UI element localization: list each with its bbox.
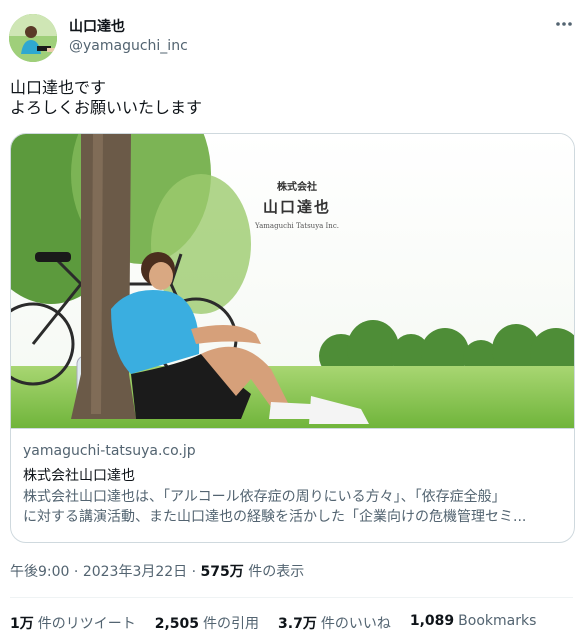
stat-count: 2,505 [154,616,200,632]
company-name: 山口達也 [262,198,331,216]
tweet-line: よろしくお願いいたします [10,98,203,117]
tweet-date[interactable]: 2023年3月22日 [83,564,187,580]
tweet-meta: 午後9:00 · 2023年3月22日 · 575万 件の表示 [10,561,304,581]
card-description-line: に対する講演活動、また山口達也の経験を活かした「企業向けの危機管理セミ... [23,509,527,525]
likes-stat[interactable]: 3.7万 件のいいね [278,613,391,633]
card-description: 株式会社山口達也は、「アルコール依存症の周りにいる方々」、「依存症全般」 に対す… [23,487,568,527]
tweet-time[interactable]: 午後9:00 [10,564,69,580]
card-description-line: 株式会社山口達也は、「アルコール依存症の周りにいる方々」、「依存症全般」 [23,489,506,505]
avatar-photo [9,14,57,62]
link-card[interactable]: 株式会社 山口達也 Yamaguchi Tatsuya Inc. yamaguc… [10,133,575,543]
stat-label: 件の引用 [203,616,260,632]
engagement-stats: 1万 件のリツイート 2,505 件の引用 3.7万 件のいいね 1,089 Bookm… [10,613,555,633]
avatar[interactable] [9,14,57,62]
more-horizontal-icon[interactable] [552,14,576,34]
divider [10,597,573,598]
meta-separator: · [73,564,79,580]
views-count: 575万 [200,564,244,580]
stat-count: 1,089 [409,613,455,629]
company-roman-name: Yamaguchi Tatsuya Inc. [255,222,339,230]
stat-label: 件のいいね [320,616,391,632]
quotes-stat[interactable]: 2,505 件の引用 [155,613,259,633]
stat-label: 件のリツイート [37,616,136,632]
retweets-stat[interactable]: 1万 件のリツイート [10,613,136,633]
author-display-name[interactable]: 山口達也 [69,16,125,36]
tweet-text: 山口達也です よろしくお願いいたします [10,78,202,118]
author-handle[interactable]: @yamaguchi_inc [69,38,188,54]
card-domain[interactable]: yamaguchi-tatsuya.co.jp [23,443,196,459]
card-image[interactable]: 株式会社 山口達也 Yamaguchi Tatsuya Inc. [11,134,574,429]
bookmarks-stat[interactable]: 1,089 Bookmarks [410,613,537,633]
card-title[interactable]: 株式会社山口達也 [23,465,135,485]
company-label: 株式会社 [277,182,317,193]
tweet-line: 山口達也です [10,78,107,97]
stat-label: Bookmarks [458,613,537,629]
stat-count: 1万 [10,616,34,632]
meta-separator: · [191,564,197,580]
stat-count: 3.7万 [278,616,317,632]
views-label: 件の表示 [248,564,305,580]
